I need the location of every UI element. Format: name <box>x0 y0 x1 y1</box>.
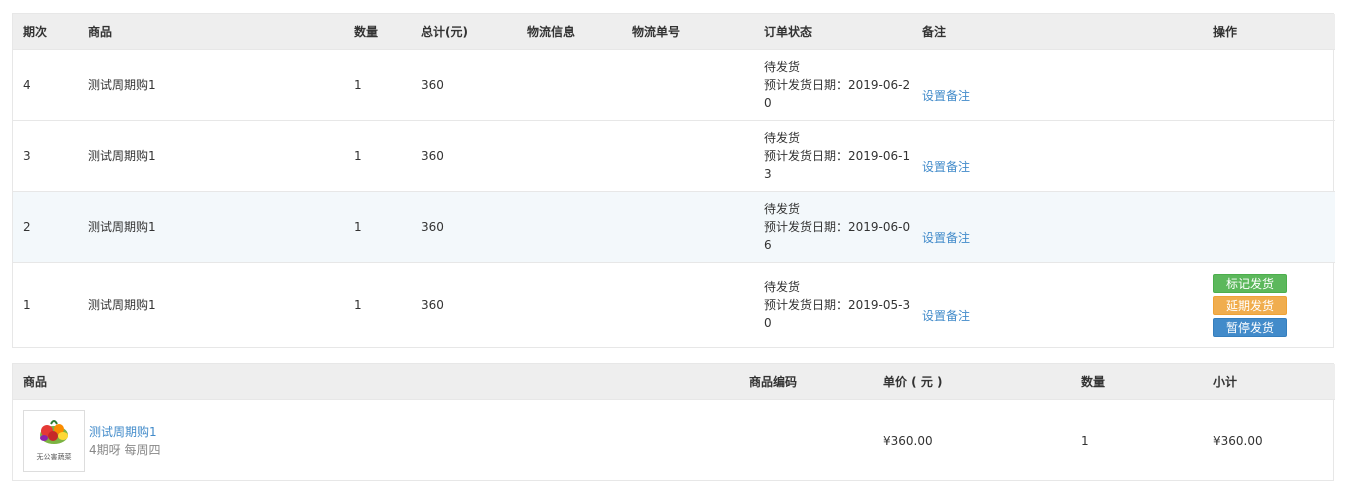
product-cell: 测试周期购1 <box>78 49 344 121</box>
set-remark-link[interactable]: 设置备注 <box>922 89 970 103</box>
table-header-row: 期次 商品 数量 总计(元) 物流信息 物流单号 订单状态 备注 操作 <box>13 14 1335 50</box>
goods-row: 无公害蔬菜 测试周期购1 4期呀 每周四 ¥360.00 1 ¥360.00 <box>13 399 1335 482</box>
period-cell: 1 <box>13 262 78 348</box>
remark-cell: 设置备注 <box>912 49 1203 121</box>
header-remark: 备注 <box>912 14 1203 50</box>
goods-unit-price-cell: ¥360.00 <box>873 399 1071 482</box>
product-summary: 无公害蔬菜 测试周期购1 4期呀 每周四 <box>23 409 739 472</box>
qty-cell: 1 <box>344 120 411 192</box>
status-cell: 待发货 预计发货日期：2019-06-13 <box>754 120 912 192</box>
actions-cell <box>1203 120 1335 192</box>
actions-cell: 标记发货 延期发货 暂停发货 <box>1203 262 1335 348</box>
goods-code-cell <box>739 399 873 482</box>
product-info: 测试周期购1 4期呀 每周四 <box>89 423 160 459</box>
set-remark-link[interactable]: 设置备注 <box>922 160 970 174</box>
product-cell: 测试周期购1 <box>78 191 344 263</box>
product-thumbnail[interactable]: 无公害蔬菜 <box>23 409 85 472</box>
goods-product-cell: 无公害蔬菜 测试周期购1 4期呀 每周四 <box>13 399 739 482</box>
header-period: 期次 <box>13 14 78 50</box>
delay-shipping-button[interactable]: 延期发货 <box>1213 295 1287 315</box>
delivery-schedule-table: 期次 商品 数量 总计(元) 物流信息 物流单号 订单状态 备注 操作 4 测试… <box>12 13 1335 348</box>
status-cell: 待发货 预计发货日期：2019-06-20 <box>754 49 912 121</box>
goods-header-product: 商品 <box>13 364 739 400</box>
product-spec: 4期呀 每周四 <box>89 442 161 457</box>
header-qty: 数量 <box>344 14 411 50</box>
goods-subtotal-cell: ¥360.00 <box>1203 399 1335 482</box>
table-row: 3 测试周期购1 1 360 待发货 预计发货日期：2019-06-13 设置备… <box>13 120 1335 192</box>
header-total: 总计(元) <box>411 14 517 50</box>
goods-header-subtotal: 小计 <box>1203 364 1335 400</box>
logistics-cell <box>517 191 622 263</box>
tracking-cell <box>622 262 754 348</box>
table-row: 4 测试周期购1 1 360 待发货 预计发货日期：2019-06-20 设置备… <box>13 49 1335 121</box>
tracking-cell <box>622 120 754 192</box>
set-remark-link[interactable]: 设置备注 <box>922 231 970 245</box>
header-actions: 操作 <box>1203 14 1335 50</box>
actions-cell <box>1203 49 1335 121</box>
goods-header-row: 商品 商品编码 单价 ( 元 ) 数量 小计 <box>13 364 1335 400</box>
estimated-date: 预计发货日期：2019-06-06 <box>764 220 911 252</box>
estimated-date: 预计发货日期：2019-06-20 <box>764 78 911 110</box>
goods-header-unit-price: 单价 ( 元 ) <box>873 364 1071 400</box>
product-name-link[interactable]: 测试周期购1 <box>89 423 160 441</box>
estimated-date: 预计发货日期：2019-06-13 <box>764 149 911 181</box>
product-cell: 测试周期购1 <box>78 262 344 348</box>
remark-cell: 设置备注 <box>912 262 1203 348</box>
goods-qty-cell: 1 <box>1071 399 1203 482</box>
total-cell: 360 <box>411 191 517 263</box>
product-cell: 测试周期购1 <box>78 120 344 192</box>
action-button-group: 标记发货 延期发货 暂停发货 <box>1213 273 1335 337</box>
period-cell: 4 <box>13 49 78 121</box>
table-row: 2 测试周期购1 1 360 待发货 预计发货日期：2019-06-06 设置备… <box>13 191 1335 263</box>
goods-header-code: 商品编码 <box>739 364 873 400</box>
thumbnail-caption: 无公害蔬菜 <box>36 452 72 461</box>
total-cell: 360 <box>411 262 517 348</box>
status-text: 待发货 <box>764 280 801 295</box>
remark-cell: 设置备注 <box>912 120 1203 192</box>
header-product: 商品 <box>78 14 344 50</box>
goods-header-qty: 数量 <box>1071 364 1203 400</box>
pause-shipping-button[interactable]: 暂停发货 <box>1213 317 1287 337</box>
period-cell: 3 <box>13 120 78 192</box>
status-text: 待发货 <box>764 60 801 74</box>
remark-cell: 设置备注 <box>912 191 1203 263</box>
tracking-cell <box>622 49 754 121</box>
status-text: 待发货 <box>764 131 801 145</box>
qty-cell: 1 <box>344 49 411 121</box>
actions-cell <box>1203 191 1335 263</box>
total-cell: 360 <box>411 49 517 121</box>
period-cell: 2 <box>13 191 78 263</box>
vegetables-icon <box>40 419 68 444</box>
status-cell: 待发货 预计发货日期：2019-05-30 <box>754 262 912 348</box>
qty-cell: 1 <box>344 191 411 263</box>
header-tracking: 物流单号 <box>622 14 754 50</box>
estimated-date: 预计发货日期：2019-05-30 <box>764 298 911 331</box>
status-text: 待发货 <box>764 202 801 216</box>
status-cell: 待发货 预计发货日期：2019-06-06 <box>754 191 912 263</box>
header-logistics: 物流信息 <box>517 14 622 50</box>
mark-shipped-button[interactable]: 标记发货 <box>1213 273 1287 293</box>
set-remark-link[interactable]: 设置备注 <box>922 309 970 323</box>
goods-table: 商品 商品编码 单价 ( 元 ) 数量 小计 无公害蔬菜 测试周期购1 4期呀 … <box>12 363 1335 482</box>
table-row: 1 测试周期购1 1 360 待发货 预计发货日期：2019-05-30 设置备… <box>13 262 1335 348</box>
logistics-cell <box>517 262 622 348</box>
qty-cell: 1 <box>344 262 411 348</box>
tracking-cell <box>622 191 754 263</box>
header-status: 订单状态 <box>754 14 912 50</box>
logistics-cell <box>517 49 622 121</box>
total-cell: 360 <box>411 120 517 192</box>
logistics-cell <box>517 120 622 192</box>
